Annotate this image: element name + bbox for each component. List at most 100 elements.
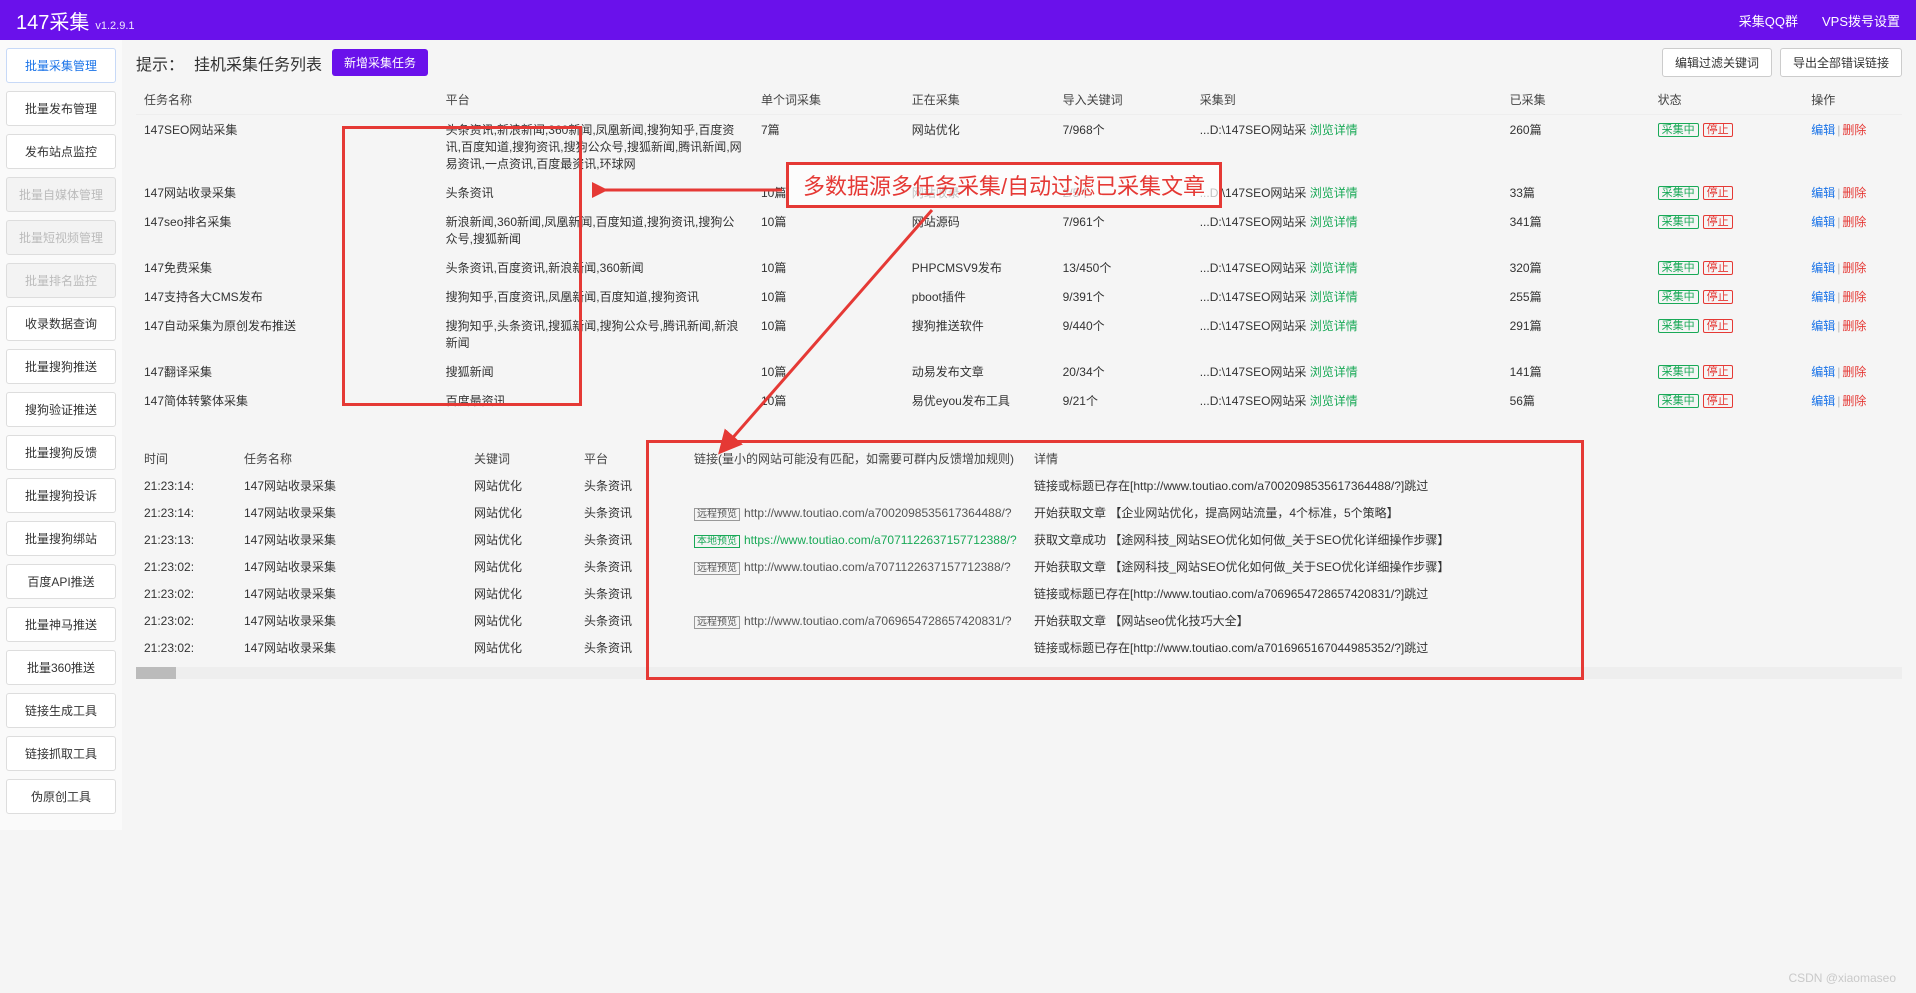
filter-keywords-button[interactable]: 编辑过滤关键词 [1662,48,1772,77]
log-plat: 头条资讯 [576,580,686,607]
log-url[interactable]: http://www.toutiao.com/a7069654728657420… [744,614,1012,628]
remote-preview-tag[interactable]: 远程预览 [694,562,740,575]
cell-dest: ...D:\147SEO网站采 浏览详情 [1192,115,1502,179]
remote-preview-tag[interactable]: 远程预览 [694,508,740,521]
log-table: 时间 任务名称 关键词 平台 链接(量小的网站可能没有匹配，如需要可群内反馈增加… [136,445,1902,661]
view-detail-link[interactable]: 浏览详情 [1310,394,1358,408]
sidebar-item-12[interactable]: 百度API推送 [6,564,116,599]
cell-done: 320篇 [1502,253,1650,282]
topnav-vps[interactable]: VPS拨号设置 [1822,11,1900,30]
cell-collecting: 动易发布文章 [904,357,1055,386]
sidebar-item-14[interactable]: 批量360推送 [6,650,116,685]
view-detail-link[interactable]: 浏览详情 [1310,215,1358,229]
edit-link[interactable]: 编辑 [1811,186,1835,200]
log-detail: 链接或标题已存在[http://www.toutiao.com/a7002098… [1026,472,1902,499]
log-detail: 开始获取文章 【途网科技_网站SEO优化如何做_关于SEO优化详细操作步骤】 [1026,553,1902,580]
log-kw: 网站优化 [466,553,576,580]
view-detail-link[interactable]: 浏览详情 [1310,186,1358,200]
cell-name: 147免费采集 [136,253,438,282]
app-version: v1.2.9.1 [95,20,134,32]
cell-platform: 新浪新闻,360新闻,凤凰新闻,百度知道,搜狗资讯,搜狗公众号,搜狐新闻 [438,207,753,253]
delete-link[interactable]: 删除 [1842,186,1866,200]
sidebar-item-6[interactable]: 收录数据查询 [6,306,116,341]
cell-import: 7/961个 [1055,207,1192,253]
delete-link[interactable]: 删除 [1842,365,1866,379]
cell-done: 56篇 [1502,386,1650,415]
local-preview-tag[interactable]: 本地预览 [694,535,740,548]
cell-done: 260篇 [1502,115,1650,179]
stop-button[interactable]: 停止 [1703,394,1733,408]
sidebar-item-10[interactable]: 批量搜狗投诉 [6,478,116,513]
view-detail-link[interactable]: 浏览详情 [1310,319,1358,333]
edit-link[interactable]: 编辑 [1811,290,1835,304]
sidebar-item-9[interactable]: 批量搜狗反馈 [6,435,116,470]
log-time: 21:23:14: [136,472,236,499]
view-detail-link[interactable]: 浏览详情 [1310,365,1358,379]
view-detail-link[interactable]: 浏览详情 [1310,290,1358,304]
edit-link[interactable]: 编辑 [1811,319,1835,333]
sidebar-item-7[interactable]: 批量搜狗推送 [6,349,116,384]
cell-platform: 搜狗知乎,头条资讯,搜狐新闻,搜狗公众号,腾讯新闻,新浪新闻 [438,311,753,357]
th-done: 已采集 [1502,85,1650,115]
stop-button[interactable]: 停止 [1703,215,1733,229]
log-link: 远程预览 http://www.toutiao.com/a700209853561… [686,499,1026,526]
delete-link[interactable]: 删除 [1842,123,1866,137]
table-row: 147seo排名采集新浪新闻,360新闻,凤凰新闻,百度知道,搜狗资讯,搜狗公众… [136,207,1902,253]
edit-link[interactable]: 编辑 [1811,394,1835,408]
log-plat: 头条资讯 [576,607,686,634]
stop-button[interactable]: 停止 [1703,290,1733,304]
sidebar-item-17[interactable]: 伪原创工具 [6,779,116,814]
edit-link[interactable]: 编辑 [1811,365,1835,379]
stop-button[interactable]: 停止 [1703,261,1733,275]
edit-link[interactable]: 编辑 [1811,123,1835,137]
delete-link[interactable]: 删除 [1842,394,1866,408]
add-task-button[interactable]: 新增采集任务 [332,49,428,76]
table-row: 147简体转繁体采集百度最资讯10篇易优eyou发布工具9/21个...D:\1… [136,386,1902,415]
delete-link[interactable]: 删除 [1842,215,1866,229]
sidebar-item-8[interactable]: 搜狗验证推送 [6,392,116,427]
th-actions: 操作 [1803,85,1902,115]
cell-dest: ...D:\147SEO网站采 浏览详情 [1192,357,1502,386]
cell-platform: 百度最资讯 [438,386,753,415]
delete-link[interactable]: 删除 [1842,319,1866,333]
cell-collecting: 网站源码 [904,207,1055,253]
sidebar-item-11[interactable]: 批量搜狗绑站 [6,521,116,556]
horizontal-scrollbar[interactable] [136,667,1902,679]
log-detail: 链接或标题已存在[http://www.toutiao.com/a7069654… [1026,580,1902,607]
edit-link[interactable]: 编辑 [1811,261,1835,275]
edit-link[interactable]: 编辑 [1811,215,1835,229]
log-url[interactable]: https://www.toutiao.com/a707112263715771… [744,533,1017,547]
status-running-badge: 采集中 [1658,261,1699,275]
topbar: 147采集 v1.2.9.1 采集QQ群 VPS拨号设置 [0,0,1916,40]
sidebar-item-13[interactable]: 批量神马推送 [6,607,116,642]
log-link [686,472,1026,499]
view-detail-link[interactable]: 浏览详情 [1310,261,1358,275]
view-detail-link[interactable]: 浏览详情 [1310,123,1358,137]
delete-link[interactable]: 删除 [1842,261,1866,275]
remote-preview-tag[interactable]: 远程预览 [694,616,740,629]
stop-button[interactable]: 停止 [1703,186,1733,200]
log-url[interactable]: http://www.toutiao.com/a7002098535617364… [744,506,1012,520]
sidebar-item-1[interactable]: 批量发布管理 [6,91,116,126]
log-url[interactable]: http://www.toutiao.com/a7071122637157712… [744,560,1011,574]
main-area: 提示： 挂机采集任务列表 新增采集任务 编辑过滤关键词 导出全部错误链接 任务名… [122,40,1916,830]
stop-button[interactable]: 停止 [1703,365,1733,379]
cell-import: 9/391个 [1055,282,1192,311]
log-plat: 头条资讯 [576,553,686,580]
log-task: 147网站收录采集 [236,607,466,634]
status-running-badge: 采集中 [1658,186,1699,200]
log-kw: 网站优化 [466,526,576,553]
topnav-qq[interactable]: 采集QQ群 [1739,11,1798,30]
sidebar-item-15[interactable]: 链接生成工具 [6,693,116,728]
log-row: 21:23:02:147网站收录采集网站优化头条资讯链接或标题已存在[http:… [136,580,1902,607]
delete-link[interactable]: 删除 [1842,290,1866,304]
stop-button[interactable]: 停止 [1703,319,1733,333]
cell-single: 10篇 [753,357,904,386]
sidebar-item-2[interactable]: 发布站点监控 [6,134,116,169]
sidebar-item-0[interactable]: 批量采集管理 [6,48,116,83]
cell-actions: 编辑|删除 [1803,115,1902,179]
export-error-links-button[interactable]: 导出全部错误链接 [1780,48,1902,77]
cell-collecting: 搜狗推送软件 [904,311,1055,357]
sidebar-item-16[interactable]: 链接抓取工具 [6,736,116,771]
stop-button[interactable]: 停止 [1703,123,1733,137]
